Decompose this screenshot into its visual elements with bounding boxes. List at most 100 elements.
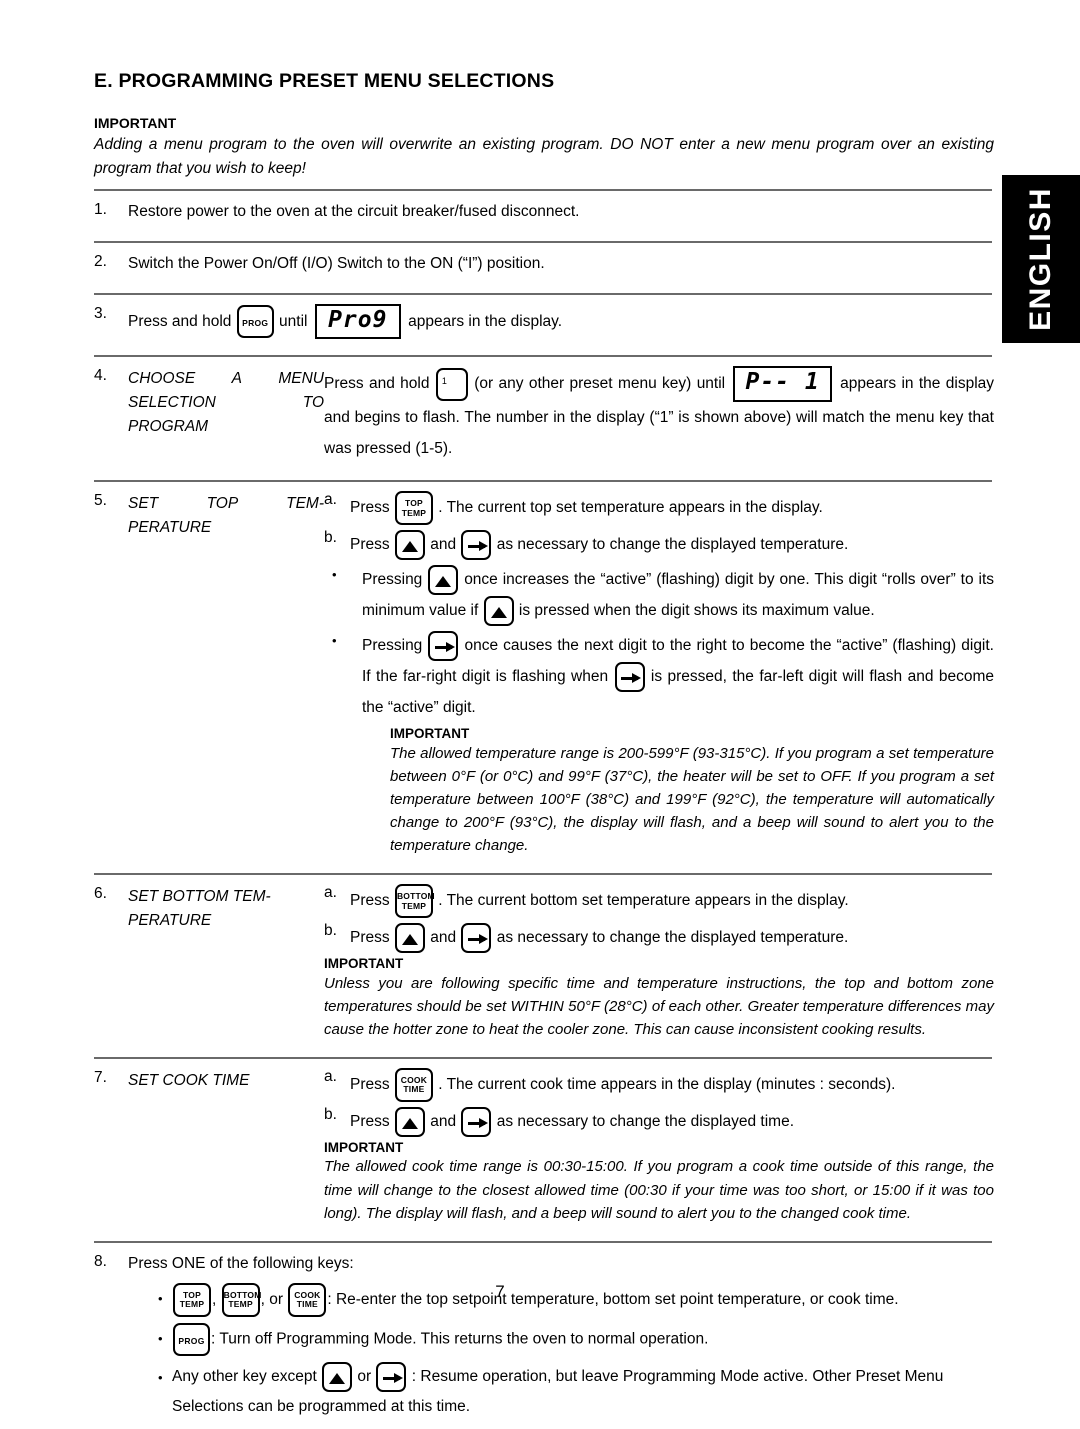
sub-marker: a. [324,884,337,902]
step-4-text-part2: (or any other preset menu key) until [474,375,726,393]
step-7-label-line1: SET COOK TIME [128,1071,250,1089]
text-part1: : Turn off Programming Mode. This return… [211,1330,709,1348]
page-title: E. PROGRAMMING PRESET MENU SELECTIONS [94,70,555,92]
cook-time-key-icon[interactable]: COOK TIME [394,1067,433,1102]
bullet-marker: • [332,567,337,583]
step-7-sub-a: a. Press COOK TIME . The current cook ti… [324,1067,994,1102]
step-3-text-part3: appears in the display. [408,312,563,330]
step-6-sub-a: a. Press BOTTOM TEMP . The current botto… [324,884,994,919]
step-number: 2. [94,252,107,270]
text-part2: and [430,536,457,554]
right-arrow-key-icon[interactable] [428,631,459,662]
text-part1: Press [350,929,390,947]
step-5-detail: a. Press TOP TEMP . The current top set … [324,491,994,857]
step-6-label-line1: SET BOTTOM TEM- [128,888,271,906]
page-content: E. PROGRAMMING PRESET MENU SELECTIONS IM… [94,70,994,1429]
step-7-sub-b: b. Press and as necessary to change the … [324,1106,994,1137]
text-part3: as necessary to change the displayed tim… [496,1112,795,1130]
text-part2: . The current bottom set temperature app… [438,892,849,910]
step-4-flow-line: Press and hold 1 (or any other preset me… [324,366,994,464]
step-4-label-line2: SELECTION TO [128,394,324,412]
right-arrow-key-icon[interactable] [461,1106,492,1137]
up-arrow-key-icon[interactable] [322,1361,353,1392]
step-number: 3. [94,304,107,322]
important-heading: IMPORTANT [324,956,404,972]
step-5-sub-a-text: Press TOP TEMP . The current top set tem… [350,491,994,526]
menu-key-1-icon[interactable]: 1 [435,367,468,401]
text-part2: and [430,929,457,947]
top-temp-key-icon[interactable]: TOP TEMP [394,491,433,526]
important-heading: IMPORTANT [324,1139,404,1155]
text-part1: Press [350,892,390,910]
text-part1: Press [350,1076,390,1094]
prog-key-icon[interactable]: PROG [236,305,274,339]
right-arrow-key-icon[interactable] [614,662,645,693]
important-body: The allowed temperature range is 200-599… [390,744,994,855]
step-7-important: IMPORTANT The allowed cook time range is… [324,1141,994,1225]
step-6-detail: a. Press BOTTOM TEMP . The current botto… [324,884,994,1041]
bottom-temp-key-icon[interactable]: BOTTOM TEMP [394,884,435,919]
step-4-text-part1: Press and hold [324,375,430,393]
step-8-text: Press ONE of the following keys: [128,1254,354,1272]
step-5-bullet-2-text: Pressing once causes the next digit to t… [362,630,994,723]
step-5-sub-b: b. Press and as necessary to change the … [324,529,994,561]
intro-important-block: IMPORTANT Adding a menu program to the o… [94,115,994,180]
step-8-bullet-3-text: Any other key except or : Resume operati… [172,1361,994,1423]
text-part1: Press [350,499,390,517]
step-5-label: SET TOP TEM- PERATURE [128,491,324,540]
step-4-label: CHOOSE A MENU SELECTION TO PROGRAM [128,366,324,439]
step-6-sub-b: b. Press and as necessary to change the … [324,922,994,954]
right-arrow-key-icon[interactable] [376,1361,407,1392]
step-4-detail: Press and hold 1 (or any other preset me… [324,366,994,464]
text-part2: . The current cook time appears in the d… [438,1076,896,1094]
text-part2: . The current top set temperature appear… [438,499,823,517]
text-part3: as necessary to change the displayed tem… [496,536,849,554]
sub-marker: a. [324,1067,337,1085]
text-part1: Press [350,536,390,554]
important-heading: IMPORTANT [94,115,177,131]
step-5-bullet-1-text: Pressing once increases the “active” (fl… [362,564,994,627]
sub-marker: b. [324,529,337,547]
step-5-sub-a: a. Press TOP TEMP . The current top set … [324,491,994,526]
right-arrow-key-icon[interactable] [461,923,492,954]
display-preset: P-- 1 [733,366,832,403]
up-arrow-key-icon[interactable] [483,596,514,627]
text-part1: Pressing [362,637,423,655]
step-7-label: SET COOK TIME [128,1068,324,1093]
important-heading: IMPORTANT [390,726,470,742]
text-part2: or [357,1367,372,1385]
step-number: 1. [94,201,107,219]
up-arrow-key-icon[interactable] [428,565,459,596]
step-4-label-line3: PROGRAM [128,418,209,436]
step-4: 4. CHOOSE A MENU SELECTION TO PROGRAM Pr… [94,357,994,471]
step-6: 6. SET BOTTOM TEM- PERATURE a. Press BOT… [94,875,994,1048]
up-arrow-key-icon[interactable] [394,530,425,561]
up-arrow-key-icon[interactable] [394,923,425,954]
sub-marker: b. [324,922,337,940]
step-1-text: Restore power to the oven at the circuit… [128,203,580,221]
cook-time-key-line2: TIME [403,1084,425,1095]
language-tab-english: ENGLISH [1002,175,1080,343]
step-number: 7. [94,1068,107,1086]
prog-key-icon[interactable]: PROG [173,1322,210,1356]
text-part3: is pressed when the digit shows its maxi… [518,602,875,620]
step-6-sub-a-text: Press BOTTOM TEMP . The current bottom s… [350,884,994,919]
step-number: 5. [94,492,107,510]
right-arrow-key-icon[interactable] [461,530,492,561]
text-part1: Pressing [362,571,423,589]
step-number: 8. [94,1252,107,1270]
step-3-text: Press and hold PROG until Pro9 appears i… [128,303,994,340]
step-5-label-line2: PERATURE [128,519,212,537]
step-5-bullet-1: • Pressing once increases the “active” (… [324,564,994,627]
step-6-label-line2: PERATURE [128,912,212,930]
sub-marker: b. [324,1105,337,1123]
step-6-important: IMPORTANT Unless you are following speci… [324,957,994,1041]
page-number: 7 [495,1282,505,1301]
top-temp-key-line1: TOP [404,498,423,509]
cook-time-key-line1: COOK [400,1074,428,1085]
text-part2: and [430,1112,457,1130]
step-5-sub-b-text: Press and as necessary to change the dis… [350,529,994,561]
up-arrow-key-icon[interactable] [394,1106,425,1137]
step-8: 8. Press ONE of the following keys: • TO… [94,1243,994,1429]
step-7-sub-b-text: Press and as necessary to change the dis… [350,1106,994,1137]
